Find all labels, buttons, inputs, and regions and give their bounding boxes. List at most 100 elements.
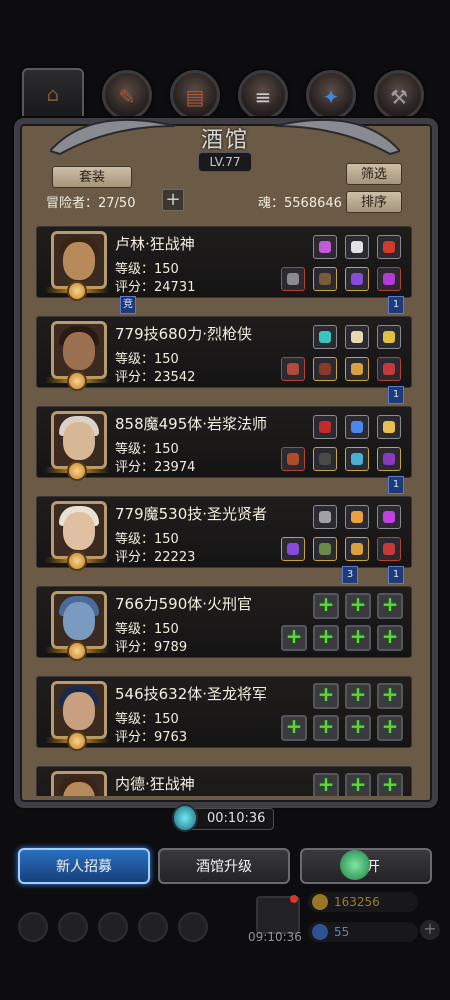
soul-count: 魂：5568646 [258,196,342,211]
hud-menu-icon [58,912,88,942]
hero-card[interactable]: 779技680力·烈枪侠 等级：150 评分：23542 [36,316,412,391]
rank-medal-icon [67,731,87,751]
empty-slot-add-icon[interactable]: + [377,624,403,651]
hero-score: 评分：24731 [115,280,196,295]
hud-menu-icon [98,912,128,942]
recruit-button[interactable]: 新人招募 [18,848,150,884]
hud-menu-icon [178,912,208,942]
armor-equipment-icon[interactable] [313,357,337,381]
outfit-button[interactable]: 套装 [52,166,132,188]
empty-slot-add-icon[interactable]: + [313,624,339,651]
amulet-equipment-icon[interactable] [345,267,369,291]
hero-score: 评分：9763 [115,730,188,745]
rank-medal-icon [67,641,87,661]
amulet-equipment-icon[interactable] [345,537,369,561]
hero-level: 等级：150 [115,532,179,547]
hero-list[interactable]: 卢林·狂战神 等级：150 评分：24731 竞 1 779技680力·烈枪侠 … [36,226,414,796]
hud-menu-icon [18,912,48,942]
purple-crystal-equipment-icon[interactable] [377,505,401,529]
add-adventurer-slot-button[interactable]: + [162,189,184,211]
horn-equipment-icon[interactable] [345,325,369,349]
count-tag: 1 [388,476,404,494]
empty-slot-add-icon[interactable]: + [345,592,371,619]
armor-equipment-icon[interactable] [313,447,337,471]
ring-equipment-icon[interactable] [377,267,401,291]
gem-amount: 55 [334,925,350,939]
empty-slot-add-icon[interactable]: + [281,714,307,741]
gem-resource: 55 [308,922,418,942]
empty-slot-add-icon[interactable]: + [345,624,371,651]
hourglass-icon [172,804,198,832]
tavern-upgrade-button[interactable]: 酒馆升级 [158,848,290,884]
hero-card[interactable]: 858魔495体·岩浆法师 等级：150 评分：23974 [36,406,412,481]
hud-menu-icon [138,912,168,942]
hero-name: 卢林·狂战神 [115,235,195,253]
rank-medal-icon [67,281,87,301]
hero-score: 评分：9789 [115,640,188,655]
hero-card[interactable]: 卢林·狂战神 等级：150 评分：24731 [36,226,412,301]
count-tag: 1 [388,566,404,584]
blue-crystal-equipment-icon[interactable] [345,415,369,439]
empty-slot-add-icon[interactable]: + [313,682,339,709]
ring-equipment-icon[interactable] [377,357,401,381]
count-tag: 1 [388,296,404,314]
empty-slot-add-icon[interactable]: + [377,714,403,741]
staff-equipment-icon[interactable] [281,537,305,561]
armor-equipment-icon[interactable] [313,267,337,291]
hero-level: 等级：150 [115,712,179,727]
hero-name: 779魔530技·圣光贤者 [115,505,268,523]
hero-card[interactable]: 内德·狂战神 + + + [36,766,412,796]
teal-gem-equipment-icon[interactable] [313,325,337,349]
trophy-equipment-icon[interactable] [377,415,401,439]
add-resource-icon: + [420,920,440,940]
red-orb-equipment-icon[interactable] [313,415,337,439]
empty-slot-add-icon[interactable]: + [313,592,339,619]
empty-slot-add-icon[interactable]: + [345,682,371,709]
amulet-equipment-icon[interactable] [345,357,369,381]
hero-name: 766力590体·火刑官 [115,595,253,613]
torch-equipment-icon[interactable] [345,505,369,529]
empty-slot-add-icon[interactable]: + [377,682,403,709]
rank-medal-icon [67,461,87,481]
hero-card[interactable]: 766力590体·火刑官 等级：150 评分：9789 + + + + + + … [36,586,412,661]
rank-medal-icon [67,551,87,571]
sort-button[interactable]: 排序 [346,191,402,213]
hero-portrait [51,771,107,796]
hero-level: 等级：150 [115,442,179,457]
gold-trinket-equipment-icon[interactable] [377,325,401,349]
gold-resource: 163256 [308,892,418,912]
hero-name: 546技632体·圣龙将军 [115,685,268,703]
gem-equipment-icon[interactable] [313,235,337,259]
empty-slot-add-icon[interactable]: + [313,772,339,796]
empty-slot-add-icon[interactable]: + [345,772,371,796]
hero-score: 评分：23542 [115,370,196,385]
hero-name: 858魔495体·岩浆法师 [115,415,268,433]
empty-slot-add-icon[interactable]: + [313,714,339,741]
empty-slot-add-icon[interactable]: + [377,592,403,619]
hero-name: 779技680力·烈枪侠 [115,325,253,343]
spear-equipment-icon[interactable] [281,357,305,381]
hero-card[interactable]: 546技632体·圣龙将军 等级：150 评分：9763 + + + + + +… [36,676,412,751]
leave-icon [340,850,370,880]
staff-equipment-icon[interactable] [281,447,305,471]
hero-level: 等级：150 [115,622,179,637]
empty-slot-add-icon[interactable]: + [345,714,371,741]
axe-equipment-icon[interactable] [281,267,305,291]
red-glove-equipment-icon[interactable] [377,235,401,259]
wing-equipment-icon[interactable] [345,235,369,259]
count-tag: 1 [388,386,404,404]
rank-medal-icon [67,371,87,391]
gauntlet-equipment-icon[interactable] [313,505,337,529]
wand-equipment-icon[interactable] [377,447,401,471]
tavern-level-badge: LV.77 [198,152,252,172]
hud-clock: 09:10:36 [248,930,302,944]
empty-slot-add-icon[interactable]: + [377,772,403,796]
ring-equipment-icon[interactable] [377,537,401,561]
filter-button[interactable]: 筛选 [346,163,402,185]
amulet-equipment-icon[interactable] [345,447,369,471]
robe-equipment-icon[interactable] [313,537,337,561]
adventurer-count: 冒险者：27/50 [46,196,136,211]
hero-card[interactable]: 779魔530技·圣光贤者 等级：150 评分：22223 [36,496,412,571]
empty-slot-add-icon[interactable]: + [281,624,307,651]
hero-name: 内德·狂战神 [115,775,195,793]
